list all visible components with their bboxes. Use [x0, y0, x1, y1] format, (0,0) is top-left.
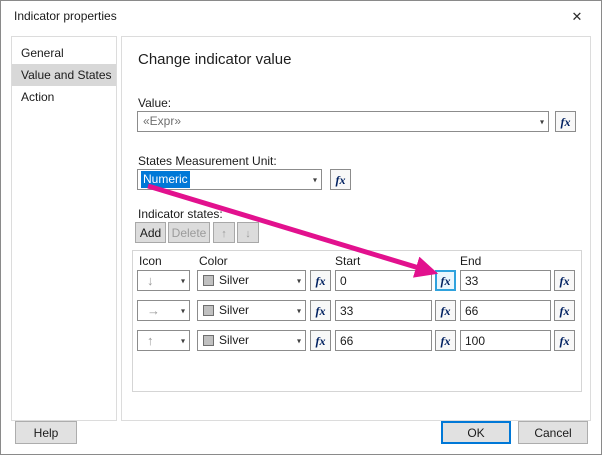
column-header-color: Color [199, 254, 228, 268]
start-input[interactable] [335, 330, 432, 351]
start-input[interactable] [335, 300, 432, 321]
color-name: Silver [219, 273, 250, 287]
fx-icon: fx [559, 303, 570, 318]
window-title: Indicator properties [14, 9, 117, 23]
down-arrow-icon: ↓ [245, 227, 251, 240]
fx-icon: fx [440, 273, 451, 288]
column-header-end: End [460, 254, 482, 268]
unit-expression-button[interactable]: fx [330, 169, 351, 190]
move-down-button[interactable]: ↓ [237, 222, 259, 243]
page-title: Change indicator value [138, 51, 292, 68]
unit-label: States Measurement Unit: [138, 154, 277, 168]
end-expression-button[interactable]: fx [554, 300, 575, 321]
ok-button[interactable]: OK [441, 421, 511, 444]
chevron-down-icon: ▾ [539, 117, 544, 126]
end-expression-button[interactable]: fx [554, 330, 575, 351]
end-input[interactable] [460, 330, 551, 351]
fx-icon: fx [559, 333, 570, 348]
start-input[interactable] [335, 270, 432, 291]
right-arrow-icon: → [147, 303, 160, 318]
table-row: → ▾ Silver ▾ fx fx fx [133, 300, 581, 321]
sidebar-item-action[interactable]: Action [12, 86, 116, 108]
table-row: ↑ ▾ Silver ▾ fx fx fx [133, 330, 581, 351]
down-arrow-icon: ↓ [147, 273, 154, 288]
chevron-down-icon: ▾ [296, 336, 301, 345]
color-swatch [203, 335, 214, 346]
fx-icon: fx [440, 333, 451, 348]
fx-icon: fx [335, 172, 346, 187]
end-input[interactable] [460, 300, 551, 321]
end-expression-button[interactable]: fx [554, 270, 575, 291]
indicator-states-label: Indicator states: [138, 207, 223, 221]
main-panel: Change indicator value Value: «Expr» ▾ f… [121, 36, 591, 421]
chevron-down-icon: ▾ [312, 175, 317, 184]
help-button[interactable]: Help [15, 421, 77, 444]
value-label: Value: [138, 96, 172, 110]
color-dropdown[interactable]: Silver ▾ [197, 330, 306, 351]
value-expression-button[interactable]: fx [555, 111, 576, 132]
table-row: ↓ ▾ Silver ▾ fx fx fx [133, 270, 581, 291]
fx-icon: fx [315, 303, 326, 318]
sidebar: General Value and States Action [11, 36, 117, 421]
up-arrow-icon: ↑ [221, 227, 227, 240]
icon-dropdown[interactable]: → ▾ [137, 300, 190, 321]
delete-button[interactable]: Delete [168, 222, 210, 243]
color-expression-button[interactable]: fx [310, 300, 331, 321]
start-expression-button[interactable]: fx [435, 270, 456, 291]
indicator-properties-dialog: Indicator properties ✕ General Value and… [0, 0, 602, 455]
value-combobox-text: «Expr» [143, 114, 182, 128]
cancel-button[interactable]: Cancel [518, 421, 588, 444]
chevron-down-icon: ▾ [296, 306, 301, 315]
sidebar-item-general[interactable]: General [12, 42, 116, 64]
fx-icon: fx [559, 273, 570, 288]
unit-combobox[interactable]: Numeric ▾ [137, 169, 322, 190]
start-expression-button[interactable]: fx [435, 330, 456, 351]
color-name: Silver [219, 333, 250, 347]
color-swatch [203, 275, 214, 286]
add-button[interactable]: Add [135, 222, 166, 243]
color-expression-button[interactable]: fx [310, 330, 331, 351]
color-swatch [203, 305, 214, 316]
move-up-button[interactable]: ↑ [213, 222, 235, 243]
color-expression-button[interactable]: fx [310, 270, 331, 291]
color-name: Silver [219, 303, 250, 317]
color-dropdown[interactable]: Silver ▾ [197, 270, 306, 291]
value-combobox[interactable]: «Expr» ▾ [137, 111, 549, 132]
chevron-down-icon: ▾ [296, 276, 301, 285]
up-arrow-icon: ↑ [147, 333, 154, 348]
column-header-icon: Icon [139, 254, 162, 268]
column-header-start: Start [335, 254, 361, 268]
chevron-down-icon: ▾ [180, 336, 185, 345]
fx-icon: fx [440, 303, 451, 318]
fx-icon: fx [315, 333, 326, 348]
sidebar-item-value-and-states[interactable]: Value and States [12, 64, 116, 86]
close-icon[interactable]: ✕ [563, 6, 591, 27]
fx-icon: fx [315, 273, 326, 288]
icon-dropdown[interactable]: ↓ ▾ [137, 270, 190, 291]
unit-combobox-text: Numeric [141, 171, 190, 188]
end-input[interactable] [460, 270, 551, 291]
titlebar: Indicator properties ✕ [1, 1, 601, 31]
chevron-down-icon: ▾ [180, 276, 185, 285]
chevron-down-icon: ▾ [180, 306, 185, 315]
indicator-states-table: Icon Color Start End ↓ ▾ Silver ▾ fx fx [132, 250, 582, 392]
fx-icon: fx [560, 114, 571, 129]
start-expression-button[interactable]: fx [435, 300, 456, 321]
color-dropdown[interactable]: Silver ▾ [197, 300, 306, 321]
icon-dropdown[interactable]: ↑ ▾ [137, 330, 190, 351]
